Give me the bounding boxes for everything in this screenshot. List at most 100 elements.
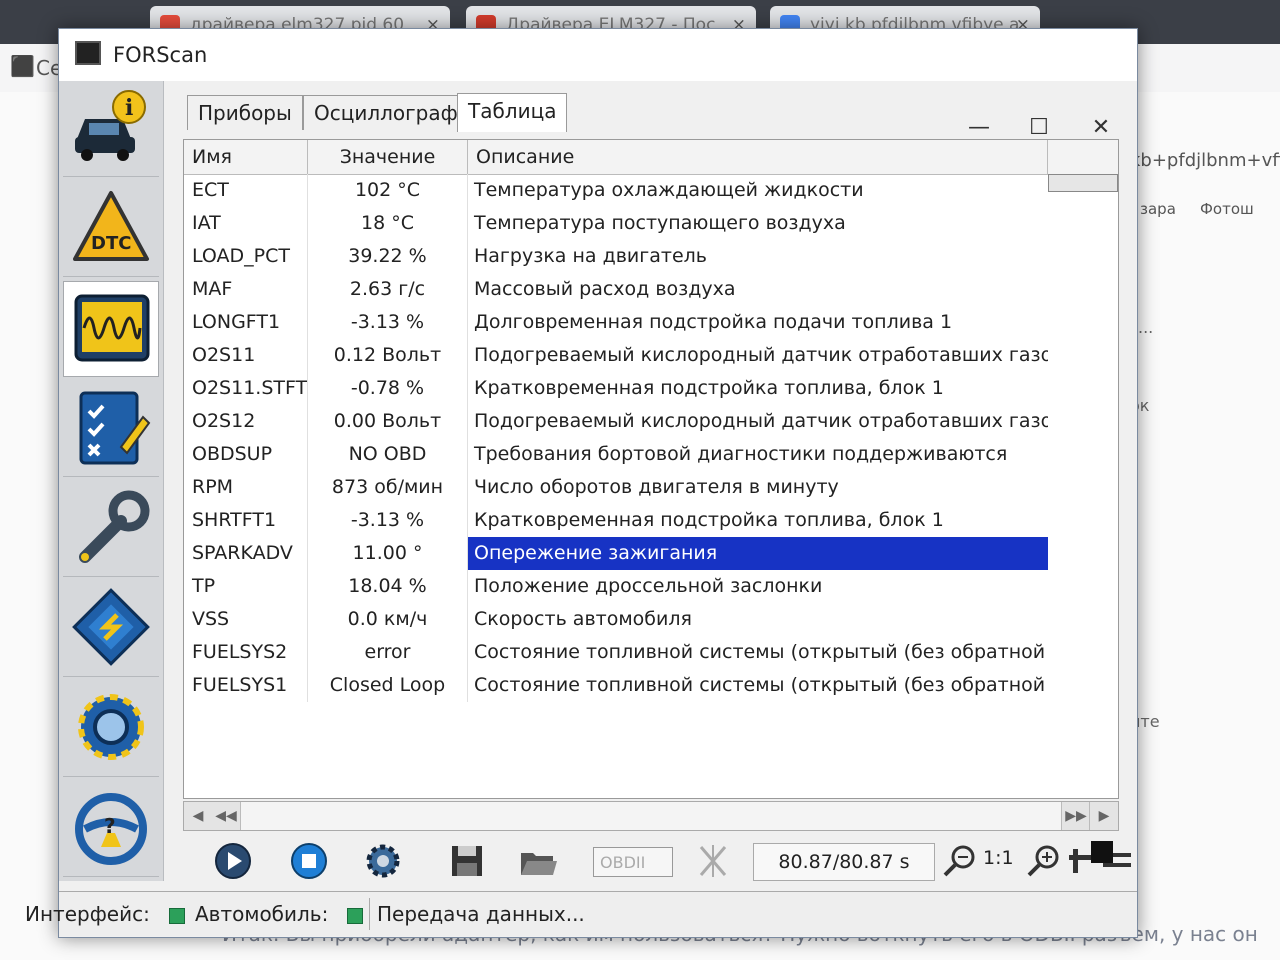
vehicle-status-indicator: [347, 908, 363, 924]
pid-value-cell: 0.0 км/ч: [308, 603, 468, 636]
zoom-ratio-button[interactable]: 1:1: [983, 847, 1014, 869]
scroll-left-button[interactable]: ◀: [184, 802, 213, 830]
pid-name-cell: LOAD_PCT: [184, 240, 308, 273]
sidebar-item-oscilloscope[interactable]: [63, 281, 159, 377]
tab-oscilloscope[interactable]: Осциллограф: [303, 95, 469, 130]
pid-name-cell: O2S11: [184, 339, 308, 372]
status-bar: Интерфейс: Автомобиль: Передача данных..…: [25, 891, 1137, 936]
left-sidebar: i DTC ?: [59, 81, 164, 881]
pid-name-cell: SHRTFT1: [184, 504, 308, 537]
open-folder-icon[interactable]: [517, 841, 557, 881]
pid-description-cell: Состояние топливной системы (открытый (б…: [474, 641, 1048, 663]
title-bar: FORScan: [59, 29, 1137, 81]
disabled-tool-icon[interactable]: [693, 841, 733, 881]
dtc-icon: DTC: [73, 191, 149, 261]
column-header-description[interactable]: Описание: [468, 140, 1048, 174]
pid-value-cell: Closed Loop: [308, 669, 468, 702]
page-text-fragment: ...: [1138, 318, 1154, 337]
pid-value-cell: 11.00 °: [308, 537, 468, 570]
pid-name-cell: TP: [184, 570, 308, 603]
play-icon[interactable]: [213, 841, 253, 881]
stop-icon[interactable]: [289, 841, 329, 881]
timeline-scrollbar[interactable]: ◀ ◀◀ ▶▶ ▶: [183, 801, 1119, 831]
table-row[interactable]: SHRTFT1 -3.13 % Кратковременная подстройка…: [184, 504, 1118, 537]
forscan-window: FORScan — ☐ ✕ i DTC ? Приборы Осциллогра…: [25, 28, 1138, 938]
browser-app-icon: ⬛: [10, 54, 35, 78]
table-row[interactable]: VSS 0.0 км/ч Скорость автомобиля: [184, 603, 1118, 636]
dtc-label: DTC: [91, 233, 131, 254]
scroll-right-button[interactable]: ▶: [1089, 802, 1118, 830]
maximize-button[interactable]: ☐: [1019, 115, 1059, 140]
scroll-fast-left-button[interactable]: ◀◀: [212, 802, 241, 830]
minimize-button[interactable]: —: [959, 115, 999, 140]
pid-name-cell: RPM: [184, 471, 308, 504]
pid-value-cell: -3.13 %: [308, 504, 468, 537]
sidebar-item-vehicle-info[interactable]: i: [63, 81, 159, 177]
table-row[interactable]: MAF 2.63 г/с Массовый расход воздуха: [184, 273, 1118, 306]
zoom-out-icon[interactable]: [941, 841, 981, 881]
pid-description-cell: Долговременная подстройка подачи топлива…: [474, 311, 953, 333]
gear-icon[interactable]: [363, 841, 403, 881]
pid-value-cell: 0.12 Вольт: [308, 339, 468, 372]
save-icon[interactable]: [447, 841, 487, 881]
pid-description-cell: Температура охлаждающей жидкости: [474, 179, 864, 201]
app-logo-icon: [75, 41, 101, 65]
table-row[interactable]: IAT 18 °C Температура поступающего воздуха: [184, 207, 1118, 240]
pid-value-cell: 18.04 %: [308, 570, 468, 603]
sidebar-item-help[interactable]: ?: [63, 781, 159, 877]
pid-description-cell: Скорость автомобиля: [474, 608, 692, 630]
sidebar-item-checklist[interactable]: [63, 381, 159, 477]
pid-value-cell: -3.13 %: [308, 306, 468, 339]
table-row[interactable]: FUELSYS1 Closed Loop Состояние топливной с…: [184, 669, 1118, 702]
pid-name-cell: SPARKADV: [184, 537, 308, 570]
time-readout: 80.87/80.87 s: [753, 843, 935, 881]
sidebar-item-settings[interactable]: [63, 681, 159, 777]
table-row[interactable]: FUELSYS2 error Состояние топливной системы…: [184, 636, 1118, 669]
protocol-select[interactable]: OBDII: [593, 847, 673, 877]
table-row[interactable]: O2S11.STFT -0.78 % Кратковременная подстро…: [184, 372, 1118, 405]
pid-description-cell: Требования бортовой диагностики поддержи…: [474, 443, 1008, 465]
table-row[interactable]: TP 18.04 % Положение дроссельной заслонки: [184, 570, 1118, 603]
bottom-toolbar: OBDII 80.87/80.87 s 1:1: [163, 835, 1137, 887]
interface-status-indicator: [169, 908, 185, 924]
pid-value-cell: -0.78 %: [308, 372, 468, 405]
pid-value-cell: 18 °C: [308, 207, 468, 240]
sidebar-item-dtc[interactable]: DTC: [63, 181, 159, 277]
table-row[interactable]: O2S12 0.00 Вольт Подогреваемый кислородный…: [184, 405, 1118, 438]
tab-table[interactable]: Таблица: [457, 93, 568, 132]
stop-record-icon[interactable]: [1091, 841, 1113, 863]
sidebar-item-service[interactable]: [63, 481, 159, 577]
scroll-fast-right-button[interactable]: ▶▶: [1061, 802, 1090, 830]
bookmark-item[interactable]: зара: [1140, 200, 1176, 218]
close-button[interactable]: ✕: [1081, 115, 1121, 140]
oscilloscope-icon: [74, 294, 150, 362]
address-bar-text[interactable]: kb+pfdjlbnm+vfib: [1130, 150, 1280, 171]
checklist-icon: [79, 391, 151, 465]
vehicle-label: Автомобиль:: [195, 902, 329, 926]
help-label: ?: [104, 814, 116, 838]
wrench-icon: [79, 490, 150, 563]
table-row[interactable]: LOAD_PCT 39.22 % Нагрузка на двигатель: [184, 240, 1118, 273]
interface-label: Интерфейс:: [25, 902, 150, 926]
pid-description-cell: Массовый расход воздуха: [474, 278, 736, 300]
pid-table: Имя Значение Описание ECT 102 °C Температу…: [183, 139, 1119, 799]
tab-instruments[interactable]: Приборы: [187, 95, 303, 130]
app-title: FORScan: [113, 43, 208, 67]
table-row[interactable]: RPM 873 об/мин Число оборотов двигателя в …: [184, 471, 1118, 504]
pid-value-cell: error: [308, 636, 468, 669]
column-header-name[interactable]: Имя: [184, 140, 308, 174]
pid-value-cell: 0.00 Вольт: [308, 405, 468, 438]
table-row[interactable]: O2S11 0.12 Вольт Подогреваемый кислородный…: [184, 339, 1118, 372]
table-row[interactable]: SPARKADV 11.00 ° Опережение зажигания: [184, 537, 1118, 570]
status-separator: [369, 898, 370, 930]
table-row[interactable]: OBDSUP NO OBD Требования бортовой диагност…: [184, 438, 1118, 471]
sidebar-item-programming[interactable]: [63, 581, 159, 677]
zoom-in-icon[interactable]: [1025, 841, 1065, 881]
pid-name-cell: LONGFT1: [184, 306, 308, 339]
pid-description-cell: Число оборотов двигателя в минуту: [474, 476, 839, 498]
column-header-value[interactable]: Значение: [308, 140, 468, 174]
pid-description-cell: Подогреваемый кислородный датчик отработ…: [474, 410, 1048, 432]
table-row[interactable]: ECT 102 °C Температура охлаждающей жидкост…: [184, 174, 1118, 207]
table-row[interactable]: LONGFT1 -3.13 % Долговременная подстройка …: [184, 306, 1118, 339]
bookmark-item[interactable]: Фотош: [1200, 200, 1254, 218]
